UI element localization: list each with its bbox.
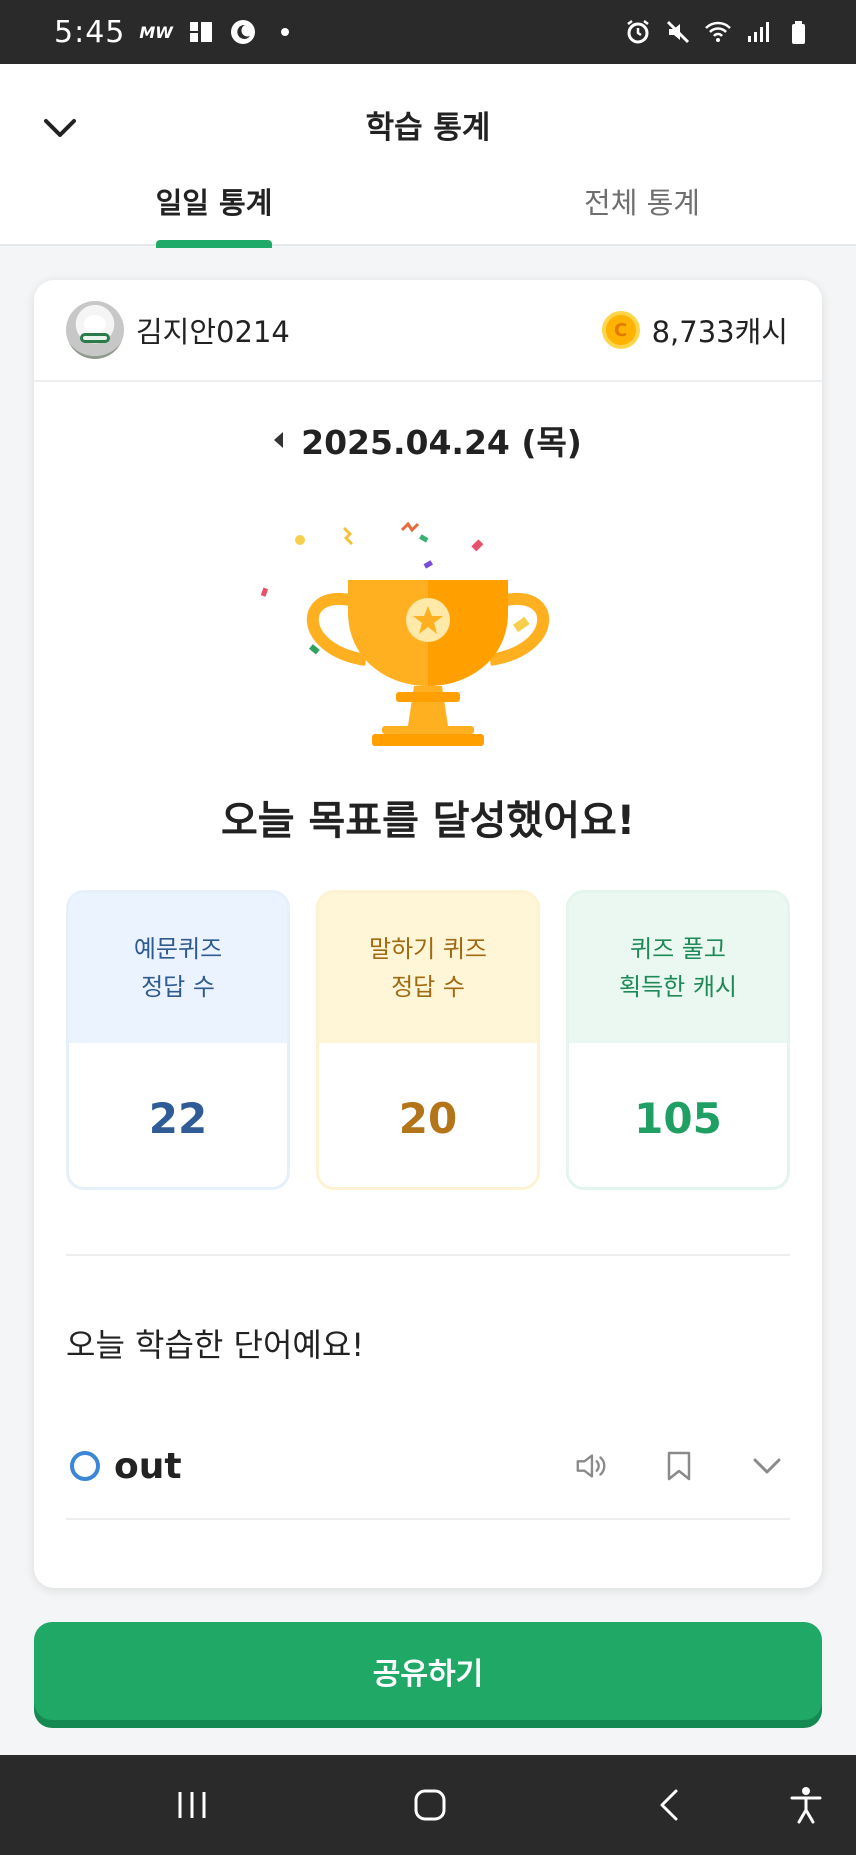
username: 김지안0214	[136, 315, 290, 349]
tab-total-stats-label: 전체 통계	[584, 186, 700, 220]
goal-achieved-message: 오늘 목표를 달성했어요!	[220, 798, 636, 844]
card-header: 김지안0214 C 8,733캐시	[34, 280, 822, 382]
tab-daily-stats-label: 일일 통계	[155, 186, 273, 220]
grid-app-icon	[189, 22, 212, 42]
stat-value: 105	[634, 1093, 722, 1143]
avatar-glasses	[80, 333, 110, 343]
stat-label-line2: 획득한 캐시	[618, 973, 738, 1001]
signal-icon	[748, 22, 769, 42]
moon-app-icon	[230, 20, 255, 44]
alarm-icon	[627, 20, 649, 44]
expand-word-button[interactable]	[750, 1449, 784, 1483]
coin-icon: C	[601, 311, 640, 349]
word-text: out	[114, 1445, 182, 1487]
home-button[interactable]	[408, 1783, 452, 1827]
stat-card-earned-cash: 퀴즈 풀고 획득한 캐시 105	[566, 890, 790, 1190]
stats-tabs: 일일 통계 전체 통계	[0, 176, 856, 248]
stat-label: 퀴즈 풀고 획득한 캐시	[569, 893, 787, 1043]
app-header: 학습 통계 일일 통계 전체 통계	[0, 64, 856, 248]
stat-label: 말하기 퀴즈 정답 수	[319, 893, 537, 1043]
tab-total-stats[interactable]: 전체 통계	[428, 176, 856, 246]
wifi-icon	[705, 21, 731, 42]
stat-label-line1: 퀴즈 풀고	[630, 935, 726, 963]
back-button[interactable]	[648, 1783, 692, 1827]
stat-value: 22	[148, 1093, 208, 1143]
stat-label-line1: 말하기 퀴즈	[368, 935, 488, 963]
dot-icon	[280, 28, 289, 36]
home-icon	[414, 1789, 446, 1821]
accessibility-icon	[790, 1787, 822, 1824]
stats-cards: 예문퀴즈 정답 수 22 말하기 퀴즈 정답 수 20 퀴즈 풀고 획득한 캐시…	[66, 890, 790, 1190]
cash-balance: C 8,733캐시	[601, 309, 788, 351]
section-divider	[66, 1254, 790, 1256]
avatar	[66, 301, 124, 359]
status-time: 5:45	[54, 14, 126, 50]
active-tab-indicator	[156, 240, 272, 248]
stat-value: 20	[398, 1093, 458, 1143]
recent-apps-icon	[178, 1792, 206, 1818]
recent-apps-button[interactable]	[170, 1783, 214, 1827]
previous-date-button[interactable]	[274, 432, 284, 448]
accessibility-button[interactable]	[784, 1783, 828, 1827]
share-button[interactable]: 공유하기	[34, 1622, 822, 1720]
user-info: 김지안0214	[66, 301, 290, 359]
stat-card-example-quiz: 예문퀴즈 정답 수 22	[66, 890, 290, 1190]
words-section-title: 오늘 학습한 단어예요!	[66, 1326, 365, 1364]
current-date: 2025.04.24 (목)	[301, 423, 582, 462]
bookmark-button[interactable]	[662, 1449, 696, 1483]
stat-label-line1: 예문퀴즈	[133, 935, 223, 963]
status-left: 5:45 MW	[54, 15, 299, 50]
stat-card-speaking-quiz: 말하기 퀴즈 정답 수 20	[316, 890, 540, 1190]
chevron-down-icon	[753, 1458, 781, 1474]
word-status-circle-icon	[70, 1451, 100, 1481]
carrier-badge: MW	[139, 22, 173, 42]
stat-label-line2: 정답 수	[141, 973, 215, 1001]
speaker-icon	[576, 1454, 606, 1478]
cash-amount: 8,733캐시	[651, 315, 788, 349]
stat-label: 예문퀴즈 정답 수	[69, 893, 287, 1043]
battery-icon	[792, 21, 805, 44]
mute-icon	[666, 20, 690, 44]
back-arrow-icon	[660, 1789, 678, 1821]
speaker-button[interactable]	[574, 1449, 608, 1483]
avatar-face	[84, 315, 106, 333]
stat-label-line2: 정답 수	[391, 973, 465, 1001]
word-actions	[574, 1449, 784, 1483]
bookmark-icon	[667, 1451, 691, 1481]
trophy-icon	[260, 521, 549, 746]
page-title: 학습 통계	[365, 110, 491, 146]
tab-daily-stats[interactable]: 일일 통계	[0, 176, 428, 248]
status-bar: 5:45 MW	[0, 0, 856, 64]
date-selector: 2025.04.24 (목)	[34, 416, 822, 464]
daily-stats-card: 김지안0214 C 8,733캐시 2025.04.24 (목) 오늘 목표를 …	[34, 280, 822, 1588]
system-nav-bar	[0, 1755, 856, 1855]
status-right	[624, 18, 812, 46]
word-row[interactable]: out	[66, 1414, 790, 1520]
word-row-partial[interactable]	[66, 1576, 790, 1588]
